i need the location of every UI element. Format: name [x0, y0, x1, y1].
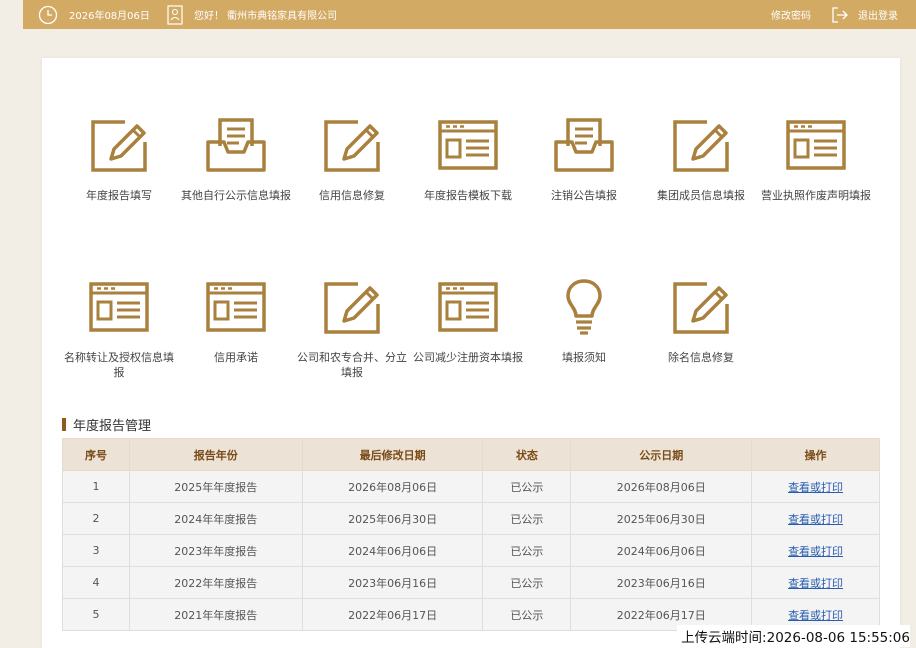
greeting-text: 您好！ 衢州市典铭家具有限公司 — [194, 11, 338, 22]
form-window-icon — [784, 116, 848, 174]
form-window-icon — [87, 278, 151, 336]
tile-credit-commitment[interactable]: 信用承诺 — [176, 278, 296, 365]
form-window-icon — [436, 116, 500, 174]
cell-status: 已公示 — [482, 566, 572, 599]
tile-group-members[interactable]: 集团成员信息填报 — [641, 116, 761, 203]
col-header-status: 状态 — [482, 438, 572, 471]
tile-label: 年度报告填写 — [86, 189, 152, 202]
tile-credit-repair[interactable]: 信用信息修复 — [292, 116, 412, 203]
pencil-board-icon — [669, 116, 733, 174]
cell-year: 2021年年度报告 — [128, 598, 303, 631]
table-row: 2 2024年年度报告 2025年06月30日 已公示 2025年06月30日 … — [62, 502, 880, 535]
cell-modified: 2024年06月06日 — [301, 534, 484, 567]
cell-no: 1 — [62, 470, 130, 503]
logout-icon[interactable] — [831, 0, 849, 29]
cell-published: 2026年08月06日 — [570, 470, 753, 503]
cell-status: 已公示 — [482, 470, 572, 503]
view-print-link[interactable]: 查看或打印 — [788, 481, 843, 494]
table-header-row: 序号 报告年份 最后修改日期 状态 公示日期 操作 — [62, 438, 880, 471]
tile-filing-instructions[interactable]: 填报须知 — [524, 278, 644, 365]
change-password-link[interactable]: 修改密码 — [771, 0, 811, 29]
view-print-link[interactable]: 查看或打印 — [788, 609, 843, 622]
top-bar: 2026年08月06日 您好！ 衢州市典铭家具有限公司 修改密码 退出登录 — [23, 0, 916, 29]
view-print-link[interactable]: 查看或打印 — [788, 545, 843, 558]
inbox-document-icon — [552, 116, 616, 174]
cell-modified: 2022年06月17日 — [301, 598, 484, 631]
cell-no: 4 — [62, 566, 130, 599]
tile-label: 年度报告模板下载 — [424, 189, 512, 202]
user-card-icon — [167, 0, 183, 29]
table-row: 4 2022年年度报告 2023年06月16日 已公示 2023年06月16日 … — [62, 566, 880, 599]
table-row: 1 2025年年度报告 2026年08月06日 已公示 2026年08月06日 … — [62, 470, 880, 503]
cell-status: 已公示 — [482, 502, 572, 535]
tile-label: 公司减少注册资本填报 — [413, 351, 523, 364]
section-marker — [62, 417, 66, 431]
cell-modified: 2026年08月06日 — [301, 470, 484, 503]
cell-year: 2025年年度报告 — [128, 470, 303, 503]
col-header-year: 报告年份 — [128, 438, 303, 471]
col-header-action: 操作 — [751, 438, 880, 471]
tile-label: 名称转让及授权信息填报 — [64, 351, 174, 379]
clock-icon — [38, 0, 58, 29]
view-print-link[interactable]: 查看或打印 — [788, 577, 843, 590]
cell-no: 5 — [62, 598, 130, 631]
pencil-board-icon — [669, 278, 733, 336]
tile-template-download[interactable]: 年度报告模板下载 — [408, 116, 528, 203]
cell-year: 2024年年度报告 — [128, 502, 303, 535]
cell-action: 查看或打印 — [751, 534, 880, 567]
cell-published: 2023年06月16日 — [570, 566, 753, 599]
tile-label: 集团成员信息填报 — [657, 189, 745, 202]
cell-year: 2023年年度报告 — [128, 534, 303, 567]
tile-label: 除名信息修复 — [668, 351, 734, 364]
form-window-icon — [204, 278, 268, 336]
tile-label: 公司和农专合并、分立填报 — [297, 351, 407, 379]
tile-capital-reduction[interactable]: 公司减少注册资本填报 — [408, 278, 528, 365]
tile-label: 营业执照作废声明填报 — [761, 189, 871, 202]
tile-label: 注销公告填报 — [551, 189, 617, 202]
cell-published: 2024年06月06日 — [570, 534, 753, 567]
pencil-board-icon — [87, 116, 151, 174]
cell-action: 查看或打印 — [751, 502, 880, 535]
pencil-board-icon — [320, 116, 384, 174]
form-window-icon — [436, 278, 500, 336]
tile-deregistration-notice[interactable]: 注销公告填报 — [524, 116, 644, 203]
tile-merger-split[interactable]: 公司和农专合并、分立填报 — [292, 278, 412, 380]
current-date: 2026年08月06日 — [69, 11, 150, 22]
cell-action: 查看或打印 — [751, 470, 880, 503]
inbox-document-icon — [204, 116, 268, 174]
annual-report-table: 序号 报告年份 最后修改日期 状态 公示日期 操作 1 2025年年度报告 20… — [62, 438, 880, 631]
tile-annual-report-fill[interactable]: 年度报告填写 — [59, 116, 179, 203]
tile-label: 信用信息修复 — [319, 189, 385, 202]
lightbulb-icon — [552, 278, 616, 336]
cell-no: 3 — [62, 534, 130, 567]
cell-modified: 2025年06月30日 — [301, 502, 484, 535]
tile-name-transfer[interactable]: 名称转让及授权信息填报 — [59, 278, 179, 380]
tile-label: 其他自行公示信息填报 — [181, 189, 291, 202]
col-header-no: 序号 — [62, 438, 130, 471]
view-print-link[interactable]: 查看或打印 — [788, 513, 843, 526]
cell-status: 已公示 — [482, 534, 572, 567]
logout-link[interactable]: 退出登录 — [858, 0, 898, 29]
cell-no: 2 — [62, 502, 130, 535]
col-header-modified: 最后修改日期 — [301, 438, 484, 471]
section-title: 年度报告管理 — [62, 416, 152, 434]
cell-action: 查看或打印 — [751, 566, 880, 599]
cell-published: 2025年06月30日 — [570, 502, 753, 535]
tile-label: 信用承诺 — [214, 351, 258, 364]
tile-license-void-statement[interactable]: 营业执照作废声明填报 — [756, 116, 876, 203]
cell-modified: 2023年06月16日 — [301, 566, 484, 599]
tile-other-disclosure[interactable]: 其他自行公示信息填报 — [176, 116, 296, 203]
tile-removal-repair[interactable]: 除名信息修复 — [641, 278, 761, 365]
col-header-published: 公示日期 — [570, 438, 753, 471]
section-title-text: 年度报告管理 — [73, 418, 152, 434]
cell-status: 已公示 — [482, 598, 572, 631]
table-row: 3 2023年年度报告 2024年06月06日 已公示 2024年06月06日 … — [62, 534, 880, 567]
cell-year: 2022年年度报告 — [128, 566, 303, 599]
pencil-board-icon — [320, 278, 384, 336]
upload-timestamp: 上传云端时间:2026-08-06 15:55:06 — [677, 625, 910, 647]
tile-label: 填报须知 — [562, 351, 606, 364]
